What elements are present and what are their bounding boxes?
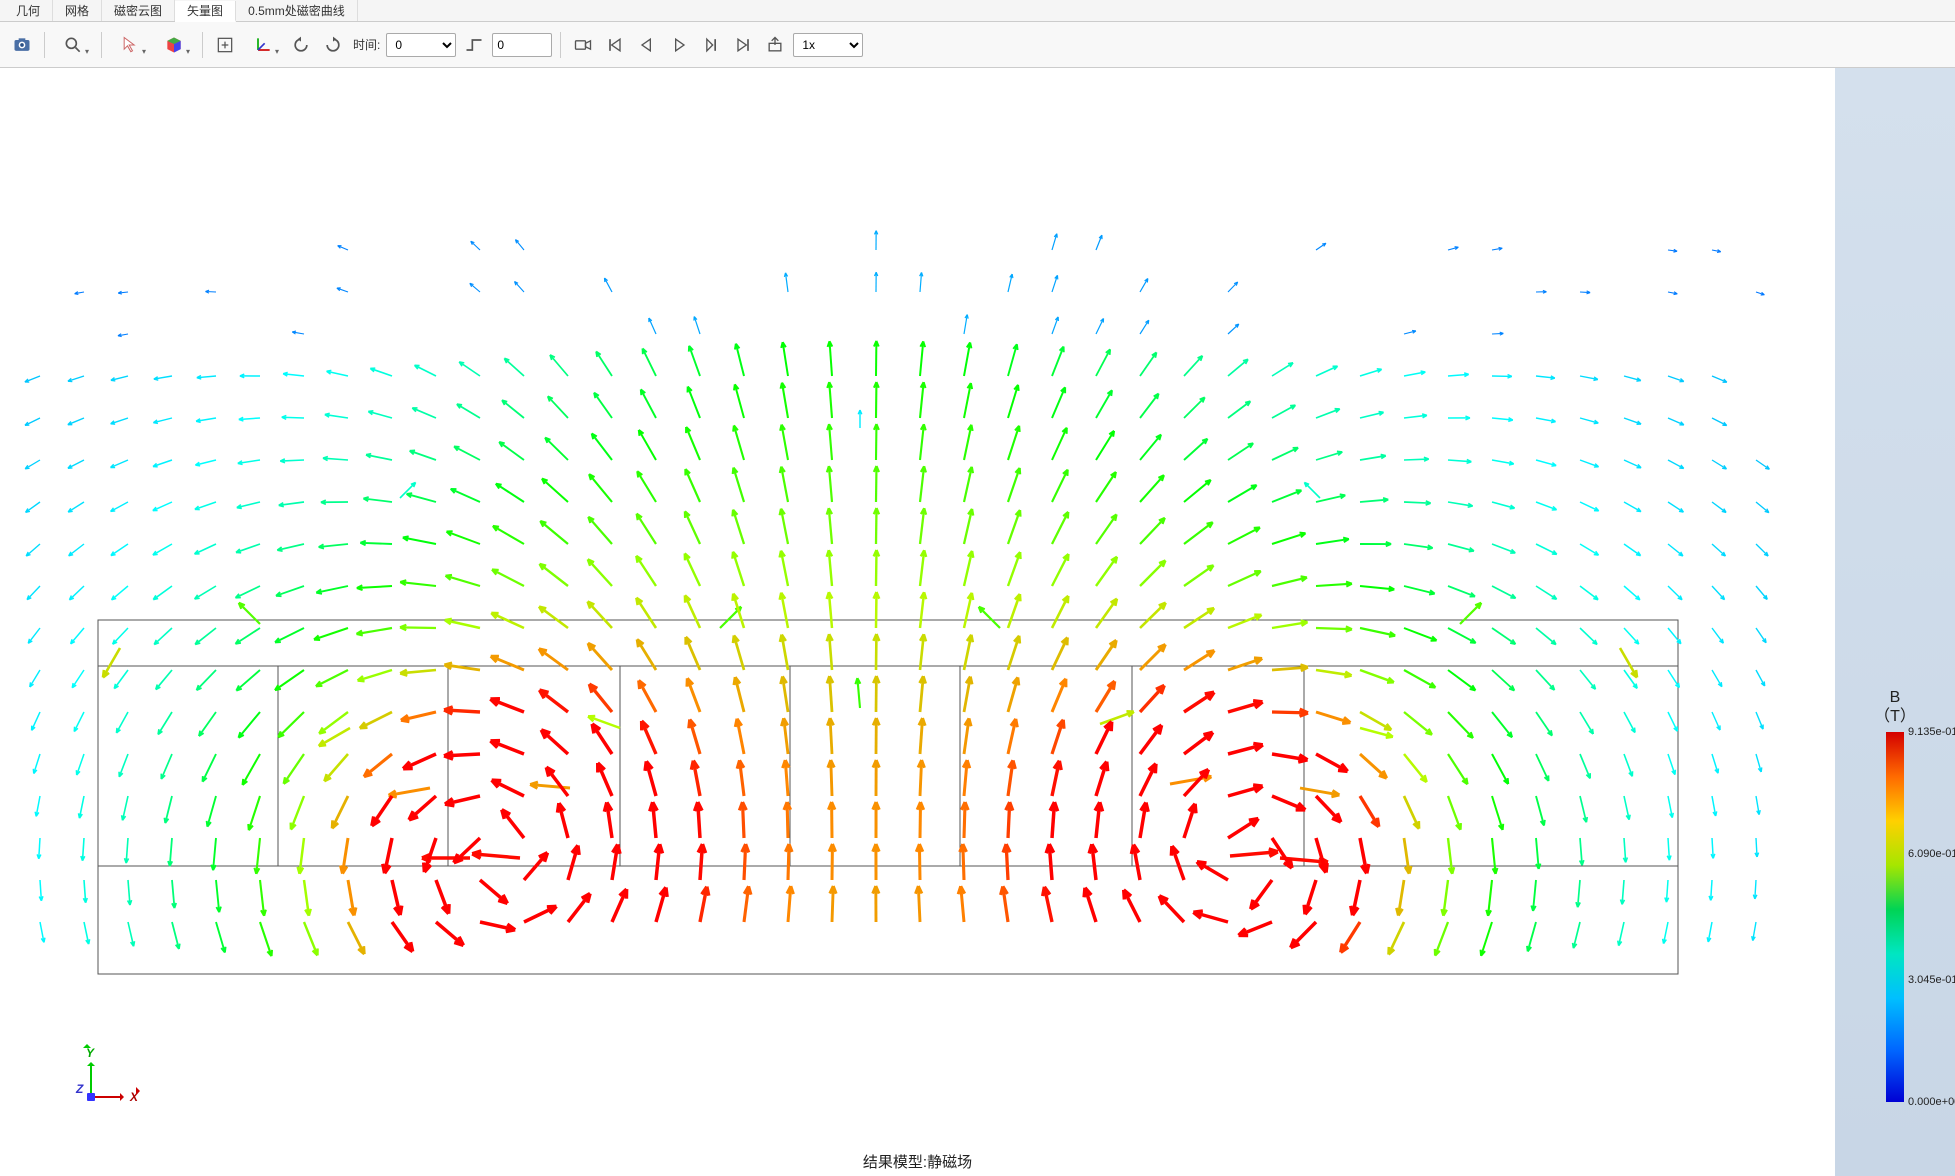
result-caption: 结果模型:静磁场 — [863, 1151, 972, 1172]
legend-colorbar: 9.135e-01 6.090e-01 3.045e-01 0.000e+00 — [1886, 732, 1904, 1102]
tab-geometry[interactable]: 几何 — [4, 0, 53, 21]
time-select[interactable]: 0 — [386, 33, 456, 57]
time-label: 时间: — [353, 36, 380, 53]
rotate-ccw-button[interactable] — [287, 31, 315, 59]
vector-field — [0, 68, 1835, 1176]
speed-select[interactable]: 1x — [793, 33, 863, 57]
viewport[interactable]: Y X Z 结果模型:静磁场 — [0, 68, 1835, 1176]
legend-tick-min: 0.000e+00 — [1908, 1096, 1955, 1108]
toolbar: 时间: 0 1x — [0, 22, 1955, 68]
tab-mesh[interactable]: 网格 — [53, 0, 102, 21]
legend-tick-1: 3.045e-01 — [1908, 974, 1955, 986]
rotate-cw-button[interactable] — [319, 31, 347, 59]
record-button[interactable] — [569, 31, 597, 59]
play-button[interactable] — [665, 31, 693, 59]
time-spinner[interactable] — [492, 33, 552, 57]
legend-panel: B （T） 9.135e-01 6.090e-01 3.045e-01 0.00… — [1835, 68, 1955, 1176]
selection-dropdown[interactable] — [110, 31, 150, 59]
step-signal-button[interactable] — [460, 31, 488, 59]
cube-view-dropdown[interactable] — [154, 31, 194, 59]
tab-curve[interactable]: 0.5mm处磁密曲线 — [236, 0, 358, 21]
axes-dropdown[interactable] — [243, 31, 283, 59]
legend-title: B （T） — [1874, 688, 1916, 726]
view-tabs: 几何 网格 磁密云图 矢量图 0.5mm处磁密曲线 — [0, 0, 1955, 22]
legend-tick-2: 6.090e-01 — [1908, 848, 1955, 860]
main-area: Y X Z 结果模型:静磁场 B （T） 9.135e-01 6.090e-01… — [0, 68, 1955, 1176]
fit-view-button[interactable] — [211, 31, 239, 59]
legend-tick-max: 9.135e-01 — [1908, 726, 1955, 738]
prev-frame-button[interactable] — [633, 31, 661, 59]
tab-contour[interactable]: 磁密云图 — [102, 0, 175, 21]
zoom-dropdown[interactable] — [53, 31, 93, 59]
tab-vector[interactable]: 矢量图 — [175, 1, 236, 22]
last-frame-button[interactable] — [729, 31, 757, 59]
screenshot-button[interactable] — [8, 31, 36, 59]
first-frame-button[interactable] — [601, 31, 629, 59]
next-frame-button[interactable] — [697, 31, 725, 59]
export-button[interactable] — [761, 31, 789, 59]
